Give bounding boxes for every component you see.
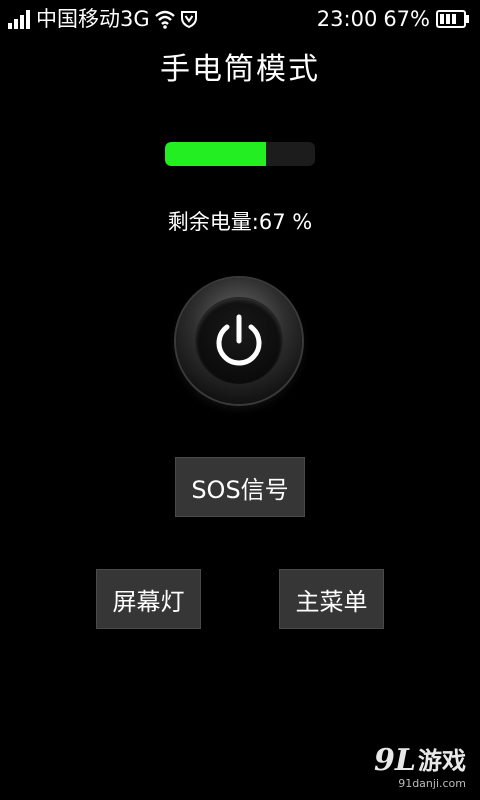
battery-level-bar — [165, 142, 315, 166]
status-bar-right: 23:00 67% — [317, 6, 470, 32]
wifi-icon — [154, 10, 175, 29]
clock: 23:00 — [316, 7, 378, 31]
status-bar: 中国移动3G 23:00 67% — [0, 0, 480, 38]
shield-icon — [180, 11, 197, 29]
battery-icon — [436, 10, 469, 28]
power-button-face — [196, 298, 282, 384]
status-bar-left: 中国移动3G — [8, 6, 198, 32]
watermark-logo-number: 9L — [374, 743, 416, 778]
battery-percent: 67% — [383, 7, 430, 31]
signal-icon — [8, 9, 30, 29]
watermark-logo-text: 游戏 — [418, 747, 466, 775]
power-toggle-button[interactable] — [176, 278, 302, 404]
battery-remaining-label: 剩余电量:67 % — [167, 210, 313, 234]
watermark-logo: 9L 游戏 — [374, 746, 466, 776]
carrier-label: 中国移动3G — [36, 7, 150, 31]
watermark: 9L 游戏 91danji.com — [374, 746, 466, 791]
battery-level-fill — [165, 142, 266, 166]
page-title: 手电筒模式 — [160, 52, 320, 87]
power-icon — [216, 314, 262, 366]
screen-light-button[interactable]: 屏幕灯 — [96, 569, 201, 629]
sos-signal-button[interactable]: SOS信号 — [175, 457, 305, 517]
main-menu-button[interactable]: 主菜单 — [279, 569, 384, 629]
watermark-url: 91danji.com — [398, 777, 466, 790]
